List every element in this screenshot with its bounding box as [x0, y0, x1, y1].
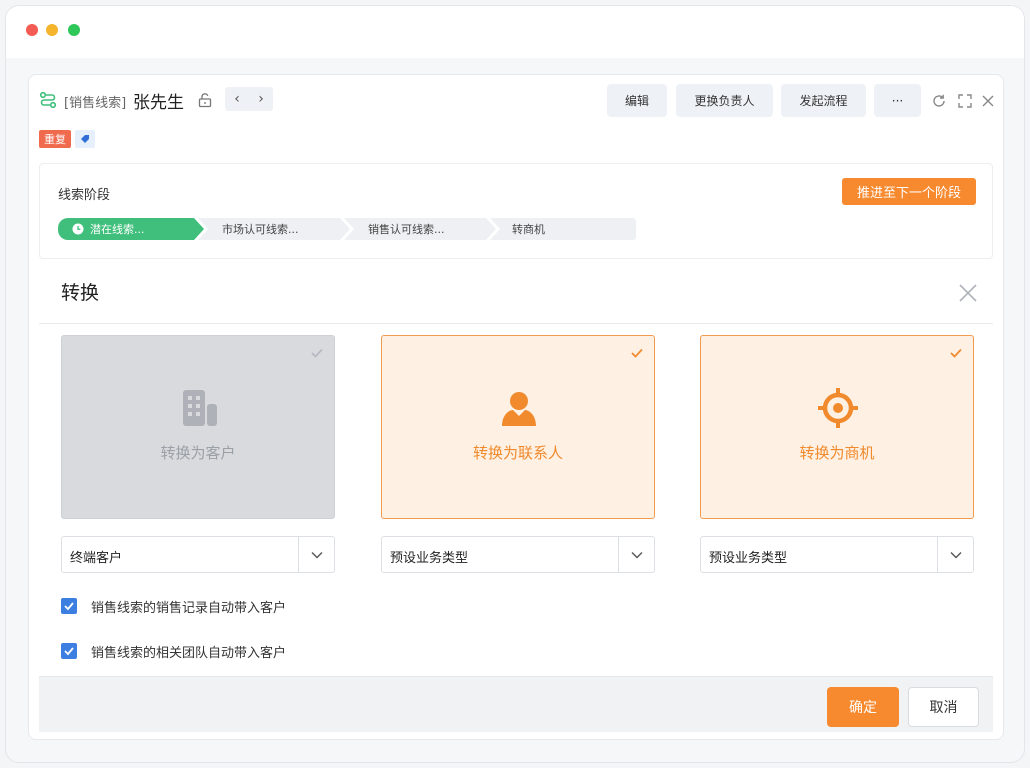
app-window: [销售线索] 张先生 ‹ › 编辑 更换负责人 发起流程 ··· 重复 线索阶段… [5, 5, 1025, 763]
select-value: 预设业务类型 [390, 551, 469, 566]
check-icon [64, 602, 74, 611]
window-maximize-dot[interactable] [68, 24, 80, 36]
advance-stage-button[interactable]: 推进至下一个阶段 [842, 178, 976, 205]
stage-label: 潜在线索... [90, 223, 145, 236]
chevron-right-icon: › [258, 91, 264, 107]
building-icon [183, 390, 217, 426]
carry-team-checkbox[interactable] [61, 643, 77, 659]
window-minimize-dot[interactable] [46, 24, 58, 36]
close-icon[interactable] [957, 282, 979, 304]
convert-to-contact-option[interactable]: 转换为联系人 [381, 335, 655, 519]
refresh-icon[interactable] [931, 93, 947, 109]
unlock-icon[interactable] [197, 92, 213, 108]
check-icon [311, 348, 323, 358]
stage-label: 市场认可线索... [222, 223, 299, 236]
change-owner-button[interactable]: 更换负责人 [676, 84, 773, 117]
convert-to-customer-option[interactable]: 转换为客户 [61, 335, 335, 519]
option-label: 转换为商机 [799, 444, 875, 462]
contact-business-type-select[interactable]: 预设业务类型 [381, 536, 655, 573]
stage-item-opportunity[interactable]: 转商机 [490, 218, 636, 240]
fullscreen-icon[interactable] [957, 93, 973, 109]
window-close-dot[interactable] [26, 24, 38, 36]
confirm-button[interactable]: 确定 [827, 687, 899, 727]
next-record-button[interactable]: › [249, 87, 273, 111]
stage-item-sql[interactable]: 销售认可线索... [344, 218, 496, 240]
tag-icon [81, 135, 89, 143]
person-icon [502, 392, 536, 426]
duplicate-tag: 重复 [39, 130, 71, 148]
check-icon [950, 348, 962, 358]
lead-detail-card: [销售线索] 张先生 ‹ › 编辑 更换负责人 发起流程 ··· 重复 线索阶段… [28, 74, 1004, 740]
carry-sales-records-checkbox[interactable] [61, 598, 77, 614]
stage-label: 销售认可线索... [368, 223, 445, 236]
chevron-left-icon: ‹ [234, 91, 240, 107]
dialog-title: 转换 [61, 282, 100, 304]
target-icon [818, 388, 858, 428]
page-title: 张先生 [133, 93, 184, 113]
option-label: 转换为联系人 [472, 444, 563, 462]
checkbox-label: 销售线索的销售记录自动带入客户 [91, 600, 287, 616]
start-flow-button[interactable]: 发起流程 [781, 84, 866, 117]
select-arrow[interactable] [937, 537, 973, 572]
select-arrow[interactable] [618, 537, 654, 572]
flow-icon [39, 91, 57, 109]
lead-header: [销售线索] 张先生 ‹ › 编辑 更换负责人 发起流程 ··· 重复 [29, 75, 1003, 159]
select-value: 预设业务类型 [709, 551, 788, 566]
select-arrow[interactable] [298, 537, 334, 572]
chevron-down-icon [631, 551, 642, 558]
edit-button[interactable]: 编辑 [607, 84, 667, 117]
clock-icon [72, 223, 84, 235]
dialog-divider [39, 323, 993, 324]
stage-panel-title: 线索阶段 [58, 188, 111, 203]
convert-dialog: 转换 转换为客户 转换为联系人 转换为商机 终端客户 预设业务类型 预设业务类型… [39, 262, 993, 732]
window-titlebar [6, 6, 1024, 58]
stage-progress: 潜在线索... 市场认可线索... 销售认可线索... 转商机 [58, 218, 638, 240]
check-icon [64, 647, 74, 656]
carry-team-option: 销售线索的相关团队自动带入客户 [61, 642, 287, 661]
stage-item-potential[interactable]: 潜在线索... [58, 218, 204, 240]
customer-type-select[interactable]: 终端客户 [61, 536, 335, 573]
record-type-label: [销售线索] [64, 96, 127, 111]
close-icon[interactable] [980, 93, 996, 109]
convert-to-opportunity-option[interactable]: 转换为商机 [700, 335, 974, 519]
tag-badge[interactable] [75, 130, 95, 148]
more-button[interactable]: ··· [874, 84, 921, 117]
select-value: 终端客户 [70, 551, 123, 566]
check-icon [631, 348, 643, 358]
chevron-down-icon [311, 551, 322, 558]
dialog-footer: 确定 取消 [39, 676, 993, 732]
checkbox-label: 销售线索的相关团队自动带入客户 [91, 645, 287, 661]
lead-stage-panel: 线索阶段 推进至下一个阶段 潜在线索... 市场认可线索... 销售认可线索..… [39, 163, 993, 259]
stage-item-mql[interactable]: 市场认可线索... [198, 218, 350, 240]
previous-record-button[interactable]: ‹ [225, 87, 249, 111]
stage-label: 转商机 [512, 223, 545, 236]
carry-sales-records-option: 销售线索的销售记录自动带入客户 [61, 597, 287, 616]
opportunity-business-type-select[interactable]: 预设业务类型 [700, 536, 974, 573]
chevron-down-icon [950, 551, 961, 558]
cancel-button[interactable]: 取消 [908, 687, 979, 727]
option-label: 转换为客户 [160, 444, 236, 462]
